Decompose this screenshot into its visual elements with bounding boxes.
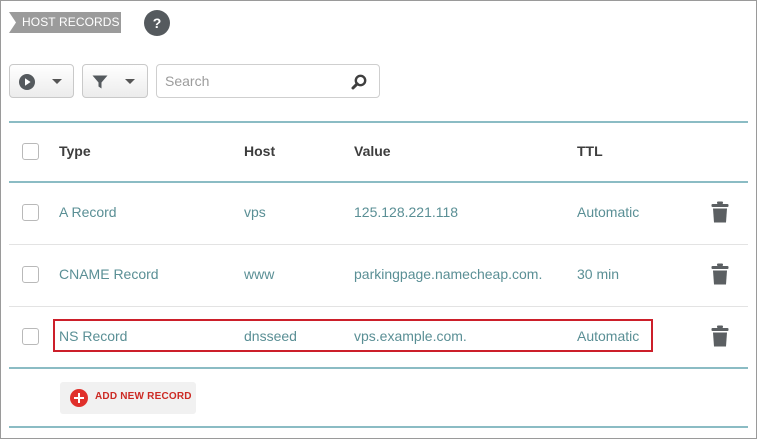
- record-type: A Record: [59, 204, 117, 220]
- search-input[interactable]: [165, 71, 345, 91]
- trash-icon[interactable]: [711, 201, 729, 223]
- record-type: NS Record: [59, 328, 128, 344]
- row-highlight-box: [53, 319, 653, 352]
- chevron-down-icon: [125, 79, 135, 84]
- row-divider: [9, 244, 748, 245]
- record-host: www: [244, 266, 275, 282]
- actions-dropdown-button[interactable]: [9, 64, 74, 98]
- trash-icon[interactable]: [711, 325, 729, 347]
- play-circle-icon: [19, 74, 35, 90]
- row-checkbox[interactable]: [22, 328, 39, 345]
- section-title: HOST RECORDS: [9, 12, 121, 33]
- record-ttl: Automatic: [577, 328, 640, 344]
- filter-dropdown-button[interactable]: [82, 64, 148, 98]
- trash-icon[interactable]: [711, 263, 729, 285]
- record-value: vps.example.com.: [354, 328, 467, 344]
- funnel-icon: [92, 75, 108, 89]
- header-host[interactable]: Host: [244, 143, 275, 159]
- record-host: vps: [244, 204, 266, 220]
- header-value[interactable]: Value: [354, 143, 391, 159]
- record-host: dnsseed: [244, 328, 297, 344]
- table-bottom-rule: [9, 367, 748, 369]
- table-top-rule: [9, 121, 748, 123]
- help-icon[interactable]: ?: [144, 10, 170, 36]
- dns-panel: HOST RECORDS ? Type Host Value TTL: [0, 0, 757, 439]
- header-type[interactable]: Type: [59, 143, 91, 159]
- record-value: parkingpage.namecheap.com.: [354, 266, 543, 282]
- footer-rule: [9, 426, 748, 428]
- record-ttl: Automatic: [577, 204, 640, 220]
- record-value: 125.128.221.118: [354, 204, 459, 220]
- search-icon[interactable]: [350, 73, 368, 91]
- header-bottom-rule: [9, 181, 748, 183]
- select-all-checkbox[interactable]: [22, 143, 39, 160]
- row-checkbox[interactable]: [22, 266, 39, 283]
- search-box: [156, 64, 380, 98]
- add-new-record-button[interactable]: ADD NEW RECORD: [60, 382, 196, 414]
- add-new-record-label: ADD NEW RECORD: [95, 391, 192, 402]
- plus-circle-icon: [70, 389, 88, 407]
- header-ttl[interactable]: TTL: [577, 143, 603, 159]
- row-divider: [9, 306, 748, 307]
- row-checkbox[interactable]: [22, 204, 39, 221]
- chevron-down-icon: [52, 79, 62, 84]
- record-ttl: 30 min: [577, 266, 620, 282]
- record-type: CNAME Record: [59, 266, 159, 282]
